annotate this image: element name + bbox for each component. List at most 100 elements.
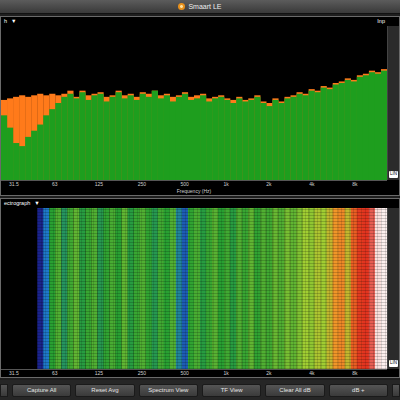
spectrum-bar	[327, 88, 333, 180]
spectrum-bar	[91, 95, 97, 180]
spectrum-bar	[37, 94, 43, 180]
spectrograph-column	[345, 208, 351, 369]
spectrum-bar	[363, 75, 369, 180]
spectrum-bar	[230, 103, 236, 180]
toolbar-button[interactable]: Spectrum View	[139, 384, 198, 397]
button-bar: Capture All Reset Avg Spectrum View TF View…	[0, 380, 400, 400]
spectrum-bar	[170, 101, 176, 180]
spectrograph-chart	[1, 208, 387, 369]
spectrum-bar	[91, 94, 97, 180]
spectrum-bar	[85, 100, 91, 180]
view-selector[interactable]: h▼	[4, 18, 17, 24]
spectrum-bar	[164, 95, 170, 180]
spectrum-bar	[248, 98, 254, 180]
spectrum-bar	[140, 92, 146, 180]
spectrograph-column	[278, 208, 284, 369]
partial-button[interactable]	[392, 384, 400, 397]
spectrum-bar	[297, 92, 303, 180]
spectrum-bar	[381, 69, 387, 180]
toolbar-button[interactable]: Reset Avg	[75, 384, 134, 397]
spectrum-bar	[122, 95, 128, 180]
dropdown-arrow-icon[interactable]: ▼	[34, 200, 39, 206]
toolbar-button[interactable]: dB +	[329, 384, 388, 397]
spectrum-bar	[158, 98, 164, 180]
spectrum-bar	[369, 71, 375, 180]
view-selector[interactable]: ectrograph ▼	[4, 200, 40, 206]
spectrum-bar	[218, 97, 224, 180]
dropdown-arrow-icon[interactable]: ▼	[11, 18, 16, 24]
spectrum-bar	[345, 78, 351, 180]
spectrum-bar	[152, 91, 158, 180]
spectrograph-column	[146, 208, 152, 369]
panel-header: h▼Inp	[1, 17, 399, 26]
axis-tick: 500	[173, 370, 216, 377]
spectrum-bar	[333, 85, 339, 180]
view-label[interactable]: ectrograph	[4, 200, 30, 206]
toolbar-button[interactable]: Capture All	[12, 384, 71, 397]
spectrum-bar	[188, 97, 194, 180]
spectrum-bar	[176, 97, 182, 180]
partial-button[interactable]	[0, 384, 8, 397]
spectrograph-column	[254, 208, 260, 369]
spectrum-bar	[321, 88, 327, 180]
spectrum-bar	[110, 95, 116, 180]
spectrograph-column	[13, 208, 19, 369]
spectrograph-column	[73, 208, 79, 369]
spectrograph-column	[260, 208, 266, 369]
spectrum-bar	[128, 94, 134, 180]
spectrum-bar	[25, 137, 31, 180]
spectrum-bar	[146, 94, 152, 180]
spectrum-bar	[236, 97, 242, 180]
plot-row: LIN	[1, 26, 399, 180]
spectrum-bar	[363, 74, 369, 180]
spectrum-bar	[254, 95, 260, 180]
view-label[interactable]: h	[4, 18, 7, 24]
spectrograph-column	[297, 208, 303, 369]
scale-tag[interactable]: LIN	[389, 360, 398, 367]
spectrum-bar	[224, 100, 230, 180]
spectrum-bar	[345, 80, 351, 180]
axis-tick: 4k	[301, 181, 344, 188]
spectrum-bar	[224, 98, 230, 180]
spectrum-bar	[200, 95, 206, 180]
spectrograph-column	[19, 208, 25, 369]
side-strip: LIN	[387, 208, 399, 369]
spectrum-bar	[315, 92, 321, 180]
frequency-axis: 31.5631252505001k2k4k8k	[1, 180, 387, 188]
spectrograph-column	[272, 208, 278, 369]
spectrum-bar	[272, 100, 278, 180]
spectrum-bar	[272, 98, 278, 180]
input-label[interactable]: Inp	[377, 18, 385, 24]
spectrum-bar	[357, 75, 363, 180]
spectrograph-column	[55, 208, 61, 369]
spectrograph-column	[61, 208, 67, 369]
spectrograph-column	[1, 208, 7, 369]
axis-tick: 63	[44, 370, 87, 377]
spectrograph-column	[375, 208, 381, 369]
spectrum-bar	[291, 97, 297, 180]
spectrograph-column	[333, 208, 339, 369]
spectrum-bar	[67, 91, 73, 180]
spectrograph-column	[49, 208, 55, 369]
spectrograph-column	[134, 208, 140, 369]
axis-tick: 125	[87, 181, 130, 188]
spectrograph-column	[116, 208, 122, 369]
spectrum-bar	[194, 98, 200, 180]
toolbar-button[interactable]: TF View	[202, 384, 261, 397]
title-bar: Smaart LE	[0, 0, 400, 14]
spectrograph-column	[91, 208, 97, 369]
spectrum-bar	[140, 94, 146, 180]
scale-tag[interactable]: LIN	[389, 171, 398, 178]
spectrograph-column	[327, 208, 333, 369]
spectrograph-column	[315, 208, 321, 369]
spectrograph-column	[67, 208, 73, 369]
spectrum-bar	[369, 72, 375, 180]
panel-header: ectrograph ▼	[1, 199, 399, 208]
toolbar-button[interactable]: Clear All dB	[265, 384, 324, 397]
spectrum-bar	[104, 97, 110, 180]
spectrum-bar	[146, 97, 152, 180]
spectrograph-column	[128, 208, 134, 369]
spectrograph-column	[357, 208, 363, 369]
spectrum-bar	[260, 101, 266, 180]
spectrum-chart	[1, 26, 387, 180]
